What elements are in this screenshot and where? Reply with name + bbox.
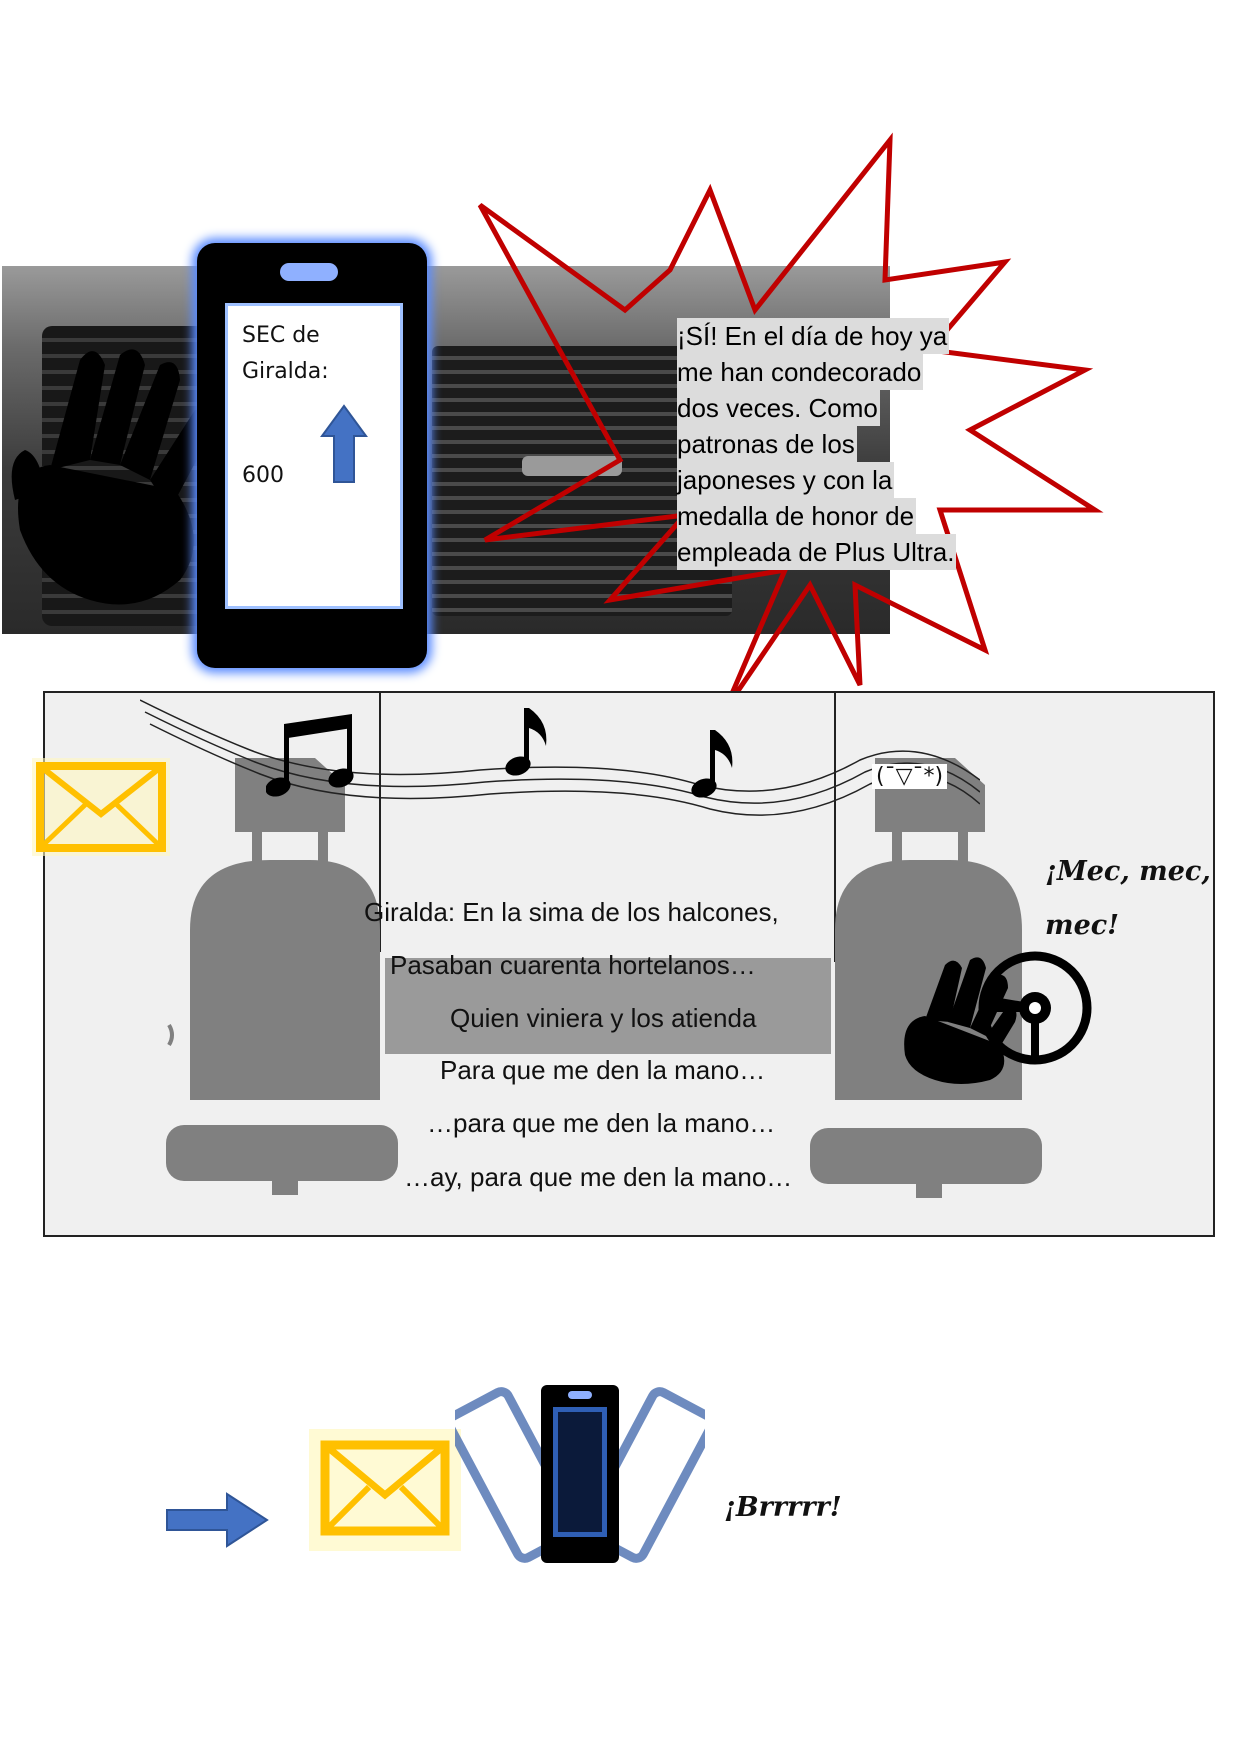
phone-screen[interactable]: SEC de Giralda: 600 (225, 303, 403, 609)
sec-label-line2: Giralda: (242, 359, 329, 384)
song-line-5: …para que me den la mano… (427, 1108, 776, 1138)
song-line-4: Para que me den la mano… (440, 1055, 766, 1085)
speech-line-5: japoneses y con la (677, 462, 895, 498)
music-note-icon-2 (691, 730, 733, 798)
speech-line-3: dos veces. Como (677, 390, 880, 426)
song-line-3: Quien viniera y los atienda (450, 1003, 757, 1033)
music-note-icon (505, 708, 547, 776)
sec-label: SEC de Giralda: (242, 318, 329, 390)
driver-sound-line2: mec! (1045, 910, 1120, 941)
sec-label-line1: SEC de (242, 323, 320, 348)
speech-line-4: patronas de los (677, 426, 857, 462)
speech-line-6: medalla de honor de (677, 498, 917, 534)
kaomoji: (¯▽¯*) (872, 764, 948, 789)
song-line-1: Giralda: En la sima de los halcones, (364, 897, 779, 927)
sec-value: 600 (242, 463, 284, 488)
speech-line-2: me han condecorado (677, 354, 924, 390)
vibrating-phone-icon (455, 1385, 705, 1563)
double-note-icon (266, 714, 354, 797)
envelope-icon-2 (309, 1429, 461, 1551)
song-line-2: Pasaban cuarenta hortelanos… (390, 950, 756, 980)
arrow-right-icon (166, 1492, 269, 1548)
phone[interactable]: SEC de Giralda: 600 (197, 243, 427, 668)
hand-icon (11, 349, 211, 605)
speech-line-7: empleada de Plus Ultra. (677, 534, 957, 570)
vibration-sound: ¡Brrrrr! (724, 1492, 842, 1523)
song-line-6: …ay, para que me den la mano… (404, 1162, 793, 1192)
arrow-up-icon (320, 404, 368, 483)
hand-on-wheel-icon (904, 957, 1017, 1084)
speech-text: ¡SÍ! En el día de hoy ya me han condecor… (677, 318, 1007, 570)
phone-speaker (280, 263, 338, 281)
speech-line-1: ¡SÍ! En el día de hoy ya (677, 318, 950, 354)
envelope-icon (32, 758, 170, 856)
driver-sound-line1: ¡Mec, mec, (1045, 856, 1211, 887)
